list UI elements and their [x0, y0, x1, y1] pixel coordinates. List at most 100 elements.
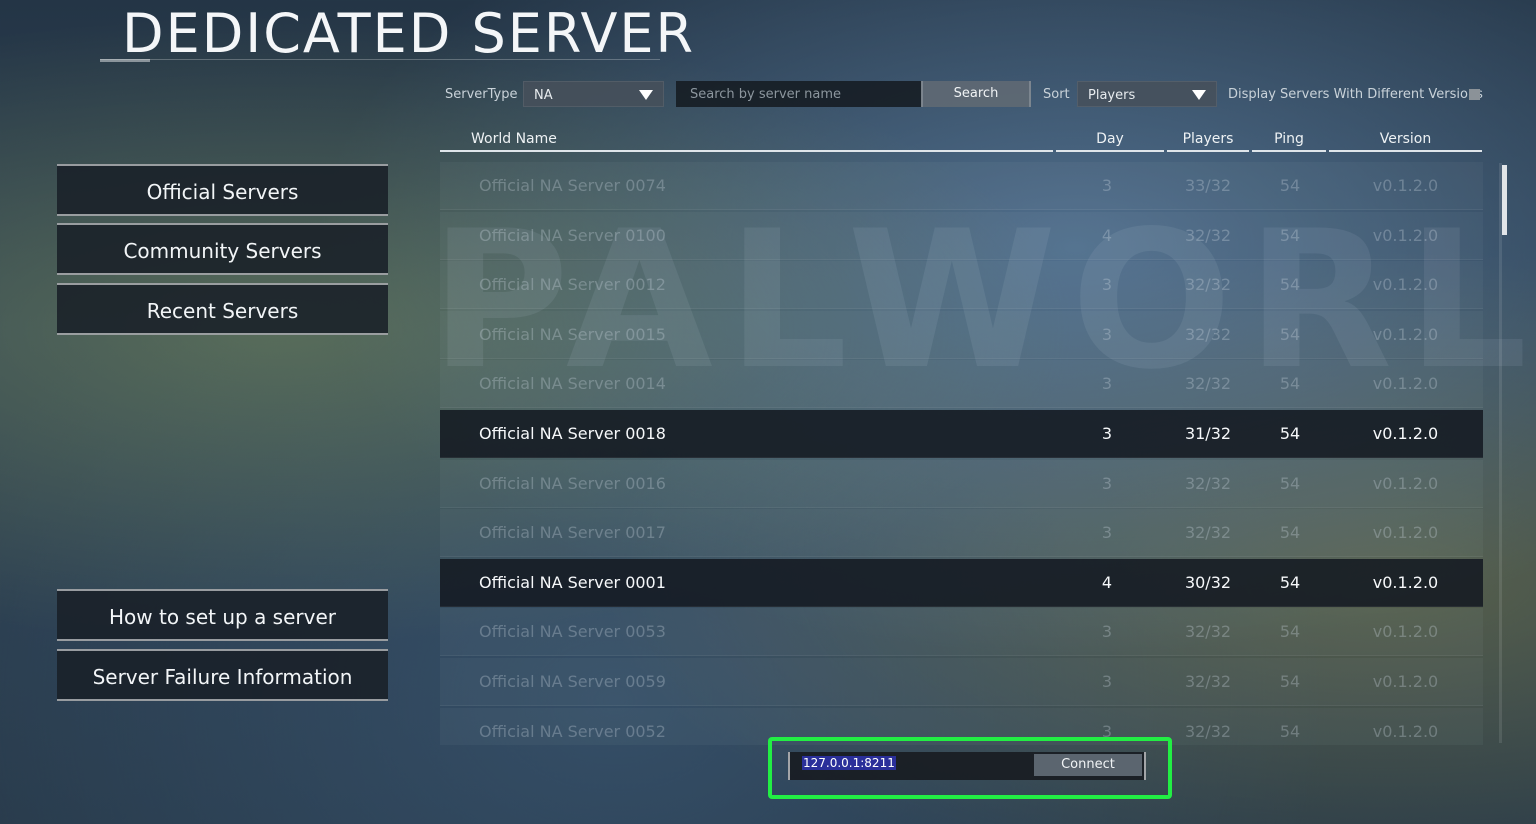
server-ping: 54 [1279, 474, 1301, 493]
server-ping: 54 [1279, 325, 1301, 344]
server-name: Official NA Server 0100 [479, 226, 666, 245]
server-type-label: ServerType [445, 87, 518, 102]
server-row[interactable]: Official NA Server 0053 3 32/32 54 v0.1.2.0 [440, 608, 1483, 656]
server-players: 32/32 [1184, 622, 1232, 641]
filter-bar: ServerType NA Search Sort Players Displa… [0, 81, 1536, 107]
server-row[interactable]: Official NA Server 0016 3 32/32 54 v0.1.2.0 [440, 460, 1483, 508]
search-button[interactable]: Search [921, 81, 1031, 107]
column-header-version[interactable]: Version [1329, 128, 1482, 152]
server-name: Official NA Server 0059 [479, 672, 666, 691]
server-list: Official NA Server 0074 3 33/32 54 v0.1.2.0 O… [440, 162, 1483, 745]
server-ping: 54 [1279, 226, 1301, 245]
server-ping: 54 [1279, 275, 1301, 294]
server-ping: 54 [1279, 424, 1301, 443]
server-day: 3 [1101, 275, 1113, 294]
server-ping: 54 [1279, 622, 1301, 641]
community-servers-button[interactable]: Community Servers [57, 223, 388, 275]
server-row[interactable]: Official NA Server 0012 3 32/32 54 v0.1.2.0 [440, 261, 1483, 309]
server-players: 31/32 [1184, 424, 1232, 443]
server-name: Official NA Server 0001 [479, 573, 666, 592]
server-row[interactable]: Official NA Server 0074 3 33/32 54 v0.1.2.0 [440, 162, 1483, 210]
server-day: 3 [1101, 374, 1113, 393]
server-name: Official NA Server 0016 [479, 474, 666, 493]
server-players: 32/32 [1184, 474, 1232, 493]
how-to-set-up-server-button[interactable]: How to set up a server [57, 589, 388, 641]
server-day: 3 [1101, 622, 1113, 641]
server-day: 4 [1101, 226, 1113, 245]
scrollbar-track[interactable] [1499, 163, 1502, 743]
different-versions-label: Display Servers With Different Versions [1228, 87, 1483, 102]
sort-label: Sort [1043, 87, 1070, 102]
server-day: 3 [1101, 325, 1113, 344]
server-row[interactable]: Official NA Server 0100 4 32/32 54 v0.1.2.0 [440, 212, 1483, 260]
official-servers-button[interactable]: Official Servers [57, 164, 388, 216]
server-row[interactable]: Official NA Server 0017 3 32/32 54 v0.1.2.0 [440, 509, 1483, 557]
server-ping: 54 [1279, 523, 1301, 542]
server-day: 3 [1101, 523, 1113, 542]
server-row[interactable]: Official NA Server 0018 3 31/32 54 v0.1.2.0 [440, 410, 1483, 458]
server-day: 3 [1101, 672, 1113, 691]
server-version: v0.1.2.0 [1372, 474, 1439, 493]
server-row[interactable]: Official NA Server 0059 3 32/32 54 v0.1.2.0 [440, 658, 1483, 706]
server-players: 32/32 [1184, 722, 1232, 741]
server-table-header: World Name Day Players Ping Version [440, 128, 1482, 154]
server-version: v0.1.2.0 [1372, 672, 1439, 691]
server-players: 32/32 [1184, 325, 1232, 344]
server-type-dropdown[interactable]: NA [523, 81, 664, 107]
server-ping: 54 [1279, 573, 1301, 592]
server-ping: 54 [1279, 722, 1301, 741]
server-day: 3 [1101, 176, 1113, 195]
connect-button[interactable]: Connect [1034, 754, 1142, 776]
server-day: 3 [1101, 424, 1113, 443]
ip-address-value: 127.0.0.1:8211 [802, 756, 896, 770]
server-version: v0.1.2.0 [1372, 523, 1439, 542]
server-ping: 54 [1279, 374, 1301, 393]
server-name: Official NA Server 0074 [479, 176, 666, 195]
title-underline-accent [100, 59, 150, 62]
column-header-ping[interactable]: Ping [1252, 128, 1326, 152]
chevron-down-icon [639, 90, 653, 100]
scrollbar-thumb[interactable] [1502, 165, 1507, 235]
server-name: Official NA Server 0012 [479, 275, 666, 294]
server-version: v0.1.2.0 [1372, 176, 1439, 195]
column-header-day[interactable]: Day [1056, 128, 1164, 152]
page-title: DEDICATED SERVER [122, 2, 696, 65]
recent-servers-button[interactable]: Recent Servers [57, 283, 388, 335]
server-failure-information-button[interactable]: Server Failure Information [57, 649, 388, 701]
server-players: 32/32 [1184, 275, 1232, 294]
server-name: Official NA Server 0053 [479, 622, 666, 641]
server-version: v0.1.2.0 [1372, 424, 1439, 443]
server-ping: 54 [1279, 176, 1301, 195]
server-name: Official NA Server 0018 [479, 424, 666, 443]
column-header-world-name[interactable]: World Name [440, 128, 1053, 152]
server-name: Official NA Server 0014 [479, 374, 666, 393]
server-version: v0.1.2.0 [1372, 622, 1439, 641]
server-version: v0.1.2.0 [1372, 573, 1439, 592]
sort-value: Players [1088, 88, 1136, 103]
server-version: v0.1.2.0 [1372, 722, 1439, 741]
server-version: v0.1.2.0 [1372, 325, 1439, 344]
server-players: 32/32 [1184, 672, 1232, 691]
server-version: v0.1.2.0 [1372, 226, 1439, 245]
server-name: Official NA Server 0052 [479, 722, 666, 741]
server-row[interactable]: Official NA Server 0015 3 32/32 54 v0.1.2.0 [440, 311, 1483, 359]
direct-connect-bar: 127.0.0.1:8211 Connect [788, 752, 1146, 780]
server-search-input[interactable] [676, 81, 922, 107]
ip-address-input[interactable]: 127.0.0.1:8211 [802, 756, 1032, 774]
server-players: 32/32 [1184, 523, 1232, 542]
server-day: 3 [1101, 474, 1113, 493]
title-underline [100, 59, 660, 60]
column-header-players[interactable]: Players [1167, 128, 1249, 152]
server-row[interactable]: Official NA Server 0001 4 30/32 54 v0.1.2.0 [440, 559, 1483, 607]
server-players: 32/32 [1184, 226, 1232, 245]
different-versions-checkbox[interactable] [1469, 89, 1480, 100]
server-players: 33/32 [1184, 176, 1232, 195]
server-name: Official NA Server 0017 [479, 523, 666, 542]
server-ping: 54 [1279, 672, 1301, 691]
server-version: v0.1.2.0 [1372, 374, 1439, 393]
server-players: 30/32 [1184, 573, 1232, 592]
server-players: 32/32 [1184, 374, 1232, 393]
server-row[interactable]: Official NA Server 0014 3 32/32 54 v0.1.2.0 [440, 360, 1483, 408]
server-version: v0.1.2.0 [1372, 275, 1439, 294]
sort-dropdown[interactable]: Players [1077, 81, 1217, 107]
